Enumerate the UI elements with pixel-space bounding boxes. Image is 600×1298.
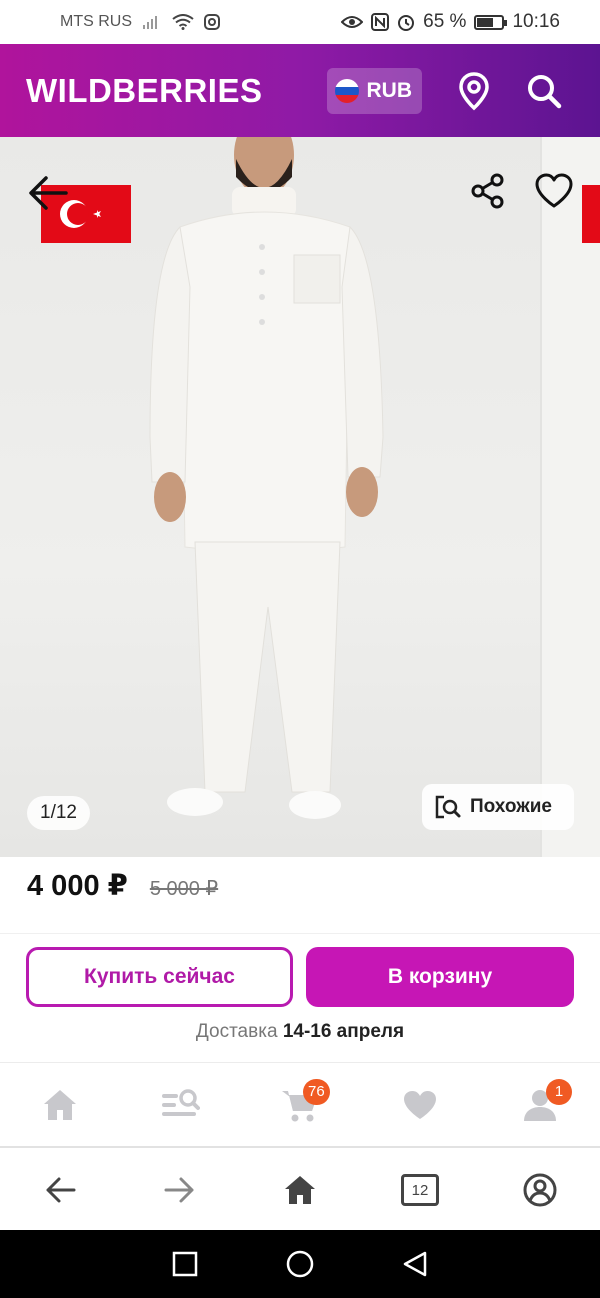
battery-icon — [474, 14, 508, 30]
back-triangle-icon[interactable] — [401, 1250, 429, 1278]
back-icon — [46, 1177, 76, 1203]
browser-home-button[interactable] — [240, 1150, 360, 1230]
back-button[interactable] — [26, 173, 70, 213]
signal-icon — [143, 16, 157, 29]
battery-percent: 65 % — [423, 11, 467, 32]
home-icon — [285, 1176, 315, 1204]
catalog-search-icon — [162, 1088, 200, 1116]
location-pin-icon — [459, 71, 489, 110]
product-figure — [149, 137, 384, 819]
status-bar: MTS RUS 65 % 10:16 — [0, 0, 600, 44]
russia-flag-icon — [334, 78, 359, 103]
share-button[interactable] — [470, 173, 506, 209]
browser-back-button[interactable] — [0, 1150, 120, 1230]
product-photo[interactable] — [0, 137, 540, 857]
browser-forward-button[interactable] — [120, 1150, 240, 1230]
app-bottom-nav: 76 1 — [0, 1062, 600, 1148]
current-price: 4 000 ₽ — [27, 870, 128, 902]
account-icon — [523, 1173, 557, 1207]
home-icon — [44, 1089, 76, 1120]
currency-label: RUB — [366, 78, 413, 102]
photo-counter: 1/12 — [27, 796, 90, 830]
heart-icon — [404, 1090, 436, 1119]
nav-home[interactable] — [0, 1063, 120, 1146]
logo[interactable]: WILDBERRIES — [26, 72, 263, 110]
cart-badge: 76 — [303, 1079, 330, 1105]
nav-cart[interactable]: 76 — [240, 1063, 360, 1146]
share-icon — [471, 173, 504, 209]
home-circle-icon[interactable] — [285, 1249, 315, 1279]
wifi-icon — [172, 14, 194, 30]
browser-account-button[interactable] — [480, 1150, 600, 1230]
similar-search-icon — [435, 795, 461, 819]
delivery-info: Доставка 14-16 апреля — [0, 1021, 600, 1043]
battery-fill — [477, 17, 494, 27]
nav-profile[interactable]: 1 — [480, 1063, 600, 1146]
favorite-button[interactable] — [534, 173, 574, 209]
alarm-icon — [398, 15, 415, 31]
nav-catalog[interactable] — [120, 1063, 240, 1146]
similar-button[interactable]: Похожие — [422, 784, 574, 830]
buy-now-button[interactable]: Купить сейчас — [26, 947, 293, 1007]
instagram-icon — [204, 14, 220, 30]
currency-button[interactable]: RUB — [326, 67, 422, 114]
location-button[interactable] — [444, 71, 504, 111]
add-to-cart-button[interactable]: В корзину — [306, 947, 574, 1007]
next-photo-preview[interactable] — [540, 137, 600, 857]
eye-icon — [341, 16, 364, 28]
nfc-icon — [371, 13, 390, 31]
divider — [0, 933, 600, 934]
tabs-icon: 12 — [401, 1174, 439, 1206]
heart-outline-icon — [535, 173, 573, 208]
clock: 10:16 — [512, 11, 560, 32]
forward-icon — [164, 1177, 194, 1203]
delivery-label: Доставка — [195, 1021, 278, 1042]
browser-tabs-button[interactable]: 12 — [360, 1150, 480, 1230]
recent-apps-icon[interactable] — [171, 1250, 199, 1278]
similar-label: Похожие — [470, 796, 552, 817]
price-row: 4 000 ₽ 5 000 ₽ — [27, 868, 218, 903]
delivery-dates: 14-16 апреля — [282, 1021, 405, 1042]
search-button[interactable] — [514, 73, 574, 109]
carrier-name: MTS RUS — [60, 13, 132, 30]
browser-nav: 12 — [0, 1150, 600, 1230]
back-arrow-icon — [29, 176, 68, 210]
old-price: 5 000 ₽ — [149, 878, 219, 900]
tabs-count: 12 — [411, 1181, 429, 1199]
nav-favorites[interactable] — [360, 1063, 480, 1146]
system-nav-bar — [0, 1230, 600, 1298]
app-header: WILDBERRIES RUB — [0, 44, 600, 137]
profile-badge: 1 — [546, 1079, 572, 1105]
product-gallery[interactable]: 1/12 Похожие — [0, 137, 600, 857]
turkey-flag-icon — [582, 185, 600, 243]
search-icon — [528, 74, 562, 108]
